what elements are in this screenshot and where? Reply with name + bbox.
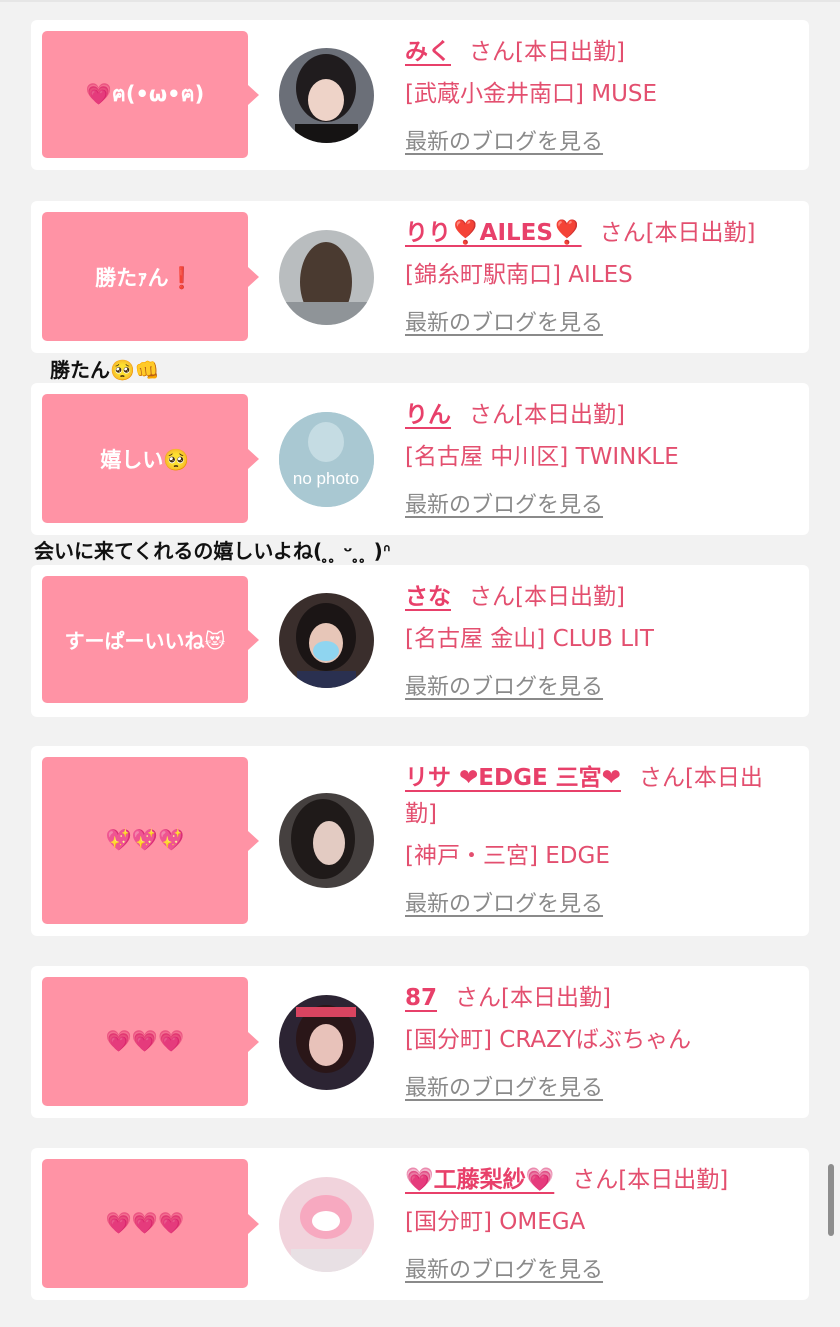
user-comment: 会いに来てくれるの嬉しいよね( ̥ ̥ ᵕ ̥ ̥ )ᐢ (34, 539, 391, 563)
user-comment: 勝たん🥺👊 (50, 358, 160, 382)
list-item: 💗💗💗 87 さん[本日出勤] [国分町] CRAZYばぶちゃん 最新のブログを見… (31, 966, 809, 1118)
bubble-text: 💗ฅ(•ω•ฅ) (85, 82, 205, 106)
shop-link[interactable]: [国分町] OMEGA (405, 1204, 789, 1240)
shop-link[interactable]: [錦糸町駅南口] AILES (405, 257, 789, 293)
cast-name-link[interactable]: みく (405, 39, 451, 65)
message-bubble: 💗💗💗 (42, 977, 259, 1106)
avatar[interactable] (279, 995, 374, 1090)
cast-name-link[interactable]: 87 (405, 985, 437, 1011)
scrollbar[interactable] (828, 1164, 834, 1236)
message-bubble: 勝たｧん❗️ (42, 212, 259, 341)
message-bubble: すーぱーいいね😻 (42, 576, 259, 703)
bubble-text: 嬉しい🥺 (100, 447, 190, 472)
avatar[interactable] (279, 1177, 374, 1272)
list-item: 勝たｧん❗️ りり❣️AILES❣️ さん[本日出勤] [錦糸町駅南口] AILE… (31, 201, 809, 353)
list-item: 💗💗💗 💗工藤梨紗💗 さん[本日出勤] [国分町] OMEGA 最新のブログを見る (31, 1148, 809, 1300)
list-item: 💗ฅ(•ω•ฅ) みく さん[本日出勤] [武蔵小金井南口] MUSE 最新のブロ… (31, 20, 809, 170)
shop-link[interactable]: [神戸・三宮] EDGE (405, 838, 789, 874)
attendance-status: さん[本日出勤] (599, 220, 756, 246)
attendance-status: さん[本日出勤] (469, 39, 625, 65)
message-bubble: 嬉しい🥺 (42, 394, 259, 523)
shop-link[interactable]: [名古屋 中川区] TWINKLE (405, 439, 789, 475)
list-item: すーぱーいいね😻 さな さん[本日出勤] [名古屋 金山] CLUB LIT 最新… (31, 565, 809, 717)
bubble-text: 勝たｧん❗️ (95, 265, 195, 290)
cast-name-link[interactable]: リサ ❤EDGE 三宮❤ (405, 765, 621, 791)
avatar[interactable]: no photo (279, 412, 374, 507)
avatar[interactable] (279, 48, 374, 143)
blog-link[interactable]: 最新のブログを見る (405, 124, 603, 156)
cast-name-link[interactable]: さな (405, 584, 451, 610)
message-bubble: 💗ฅ(•ω•ฅ) (42, 31, 259, 158)
blog-link[interactable]: 最新のブログを見る (405, 1070, 603, 1102)
blog-link[interactable]: 最新のブログを見る (405, 305, 603, 337)
attendance-status: さん[本日出勤] (455, 985, 611, 1011)
list-item: 💖💖💖 リサ ❤EDGE 三宮❤ さん[本日出勤] [神戸・三宮] EDGE 最新… (31, 746, 809, 936)
bubble-text: 💗💗💗 (105, 1029, 185, 1053)
cast-name-link[interactable]: りん (405, 402, 451, 428)
attendance-status: さん[本日出勤] (469, 402, 625, 428)
message-bubble: 💗💗💗 (42, 1159, 259, 1288)
cast-name-link[interactable]: りり❣️AILES❣️ (405, 220, 582, 246)
shop-link[interactable]: [名古屋 金山] CLUB LIT (405, 621, 789, 657)
shop-link[interactable]: [武蔵小金井南口] MUSE (405, 76, 789, 112)
bubble-text: すーぱーいいね😻 (64, 629, 226, 653)
message-bubble: 💖💖💖 (42, 757, 259, 924)
bubble-text: 💖💖💖 (105, 828, 185, 852)
attendance-status: さん[本日出勤] (572, 1167, 729, 1193)
avatar[interactable] (279, 230, 374, 325)
shop-link[interactable]: [国分町] CRAZYばぶちゃん (405, 1022, 789, 1058)
list-item: 嬉しい🥺 no photo りん さん[本日出勤] [名古屋 中川区] TWINK… (31, 383, 809, 535)
no-photo-label: no photo (293, 469, 359, 488)
avatar[interactable] (279, 793, 374, 888)
blog-link[interactable]: 最新のブログを見る (405, 1252, 603, 1284)
blog-link[interactable]: 最新のブログを見る (405, 487, 603, 519)
blog-link[interactable]: 最新のブログを見る (405, 886, 603, 918)
cast-name-link[interactable]: 💗工藤梨紗💗 (405, 1167, 554, 1193)
avatar[interactable] (279, 593, 374, 688)
blog-link[interactable]: 最新のブログを見る (405, 669, 603, 701)
attendance-status: さん[本日出勤] (469, 584, 625, 610)
top-divider (0, 0, 840, 2)
bubble-text: 💗💗💗 (105, 1211, 185, 1235)
